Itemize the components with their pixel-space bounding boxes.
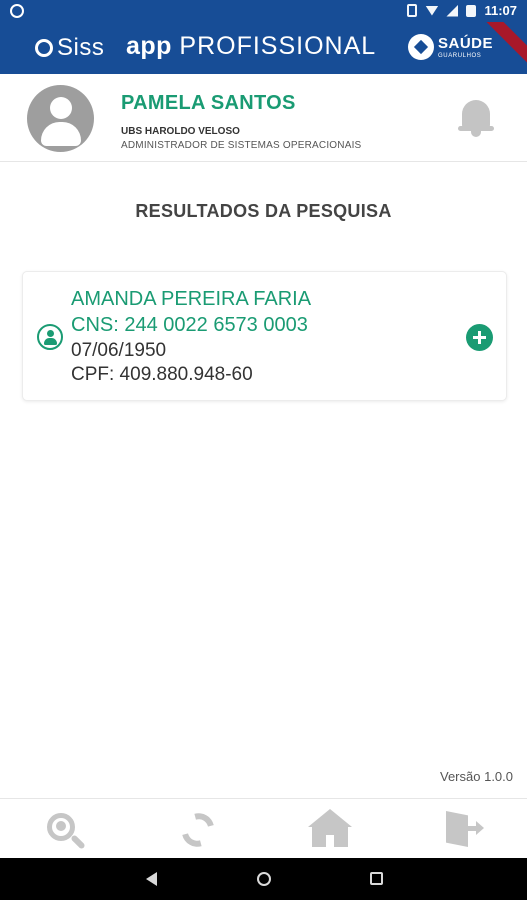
sync-icon[interactable] (168, 807, 228, 855)
app-version: Versão 1.0.0 (440, 769, 513, 784)
avatar[interactable] (27, 85, 94, 152)
partner-city: GUARULHOS (438, 52, 482, 59)
patient-icon (37, 324, 63, 350)
app-title-prefix: app (126, 32, 172, 60)
sync-status-icon (10, 4, 24, 18)
recent-apps-icon[interactable] (370, 872, 383, 885)
user-role: ADMINISTRADOR DE SISTEMAS OPERACIONAIS (121, 140, 362, 151)
brand-name: Siss (57, 34, 105, 61)
patient-cpf: CPF: 409.880.948-60 (71, 364, 253, 385)
app-title: app PROFISSIONAL (126, 32, 376, 61)
signal-icon (446, 4, 459, 17)
system-home-icon[interactable] (257, 872, 271, 886)
notification-bell-icon[interactable] (458, 96, 494, 140)
app-header: Siss app PROFISSIONAL SAÚDE GUARULHOS (0, 22, 527, 74)
back-icon[interactable] (146, 872, 157, 886)
status-icons: 11:07 (407, 3, 517, 18)
patient-result-card[interactable]: AMANDA PEREIRA FARIA CNS: 244 0022 6573 … (22, 271, 507, 401)
patient-birth-date: 07/06/1950 (71, 340, 167, 361)
add-patient-button[interactable] (466, 324, 493, 351)
siss-logo: Siss (35, 34, 104, 62)
page-title: RESULTADOS DA PESQUISA (135, 201, 392, 221)
partner-name: SAÚDE (438, 34, 494, 52)
vibrate-icon (407, 4, 418, 17)
app-title-suffix: PROFISSIONAL (179, 32, 377, 60)
user-unit: UBS HAROLDO VELOSO (121, 126, 240, 137)
bottom-navigation (0, 798, 527, 858)
saude-guarulhos-logo: SAÚDE GUARULHOS (408, 34, 493, 60)
status-time: 11:07 (484, 3, 517, 18)
search-patient-icon[interactable] (36, 807, 96, 855)
patient-name: AMANDA PEREIRA FARIA (71, 288, 312, 310)
user-profile: PAMELA SANTOS UBS HAROLDO VELOSO ADMINIS… (0, 74, 527, 162)
soccer-ball-icon (408, 34, 434, 60)
battery-icon (466, 4, 477, 17)
patient-cns: CNS: 244 0022 6573 0003 (71, 314, 308, 336)
logout-icon[interactable] (432, 807, 492, 855)
wifi-icon (425, 5, 439, 16)
status-bar: 11:07 (0, 0, 527, 22)
user-name: PAMELA SANTOS (121, 92, 296, 114)
siss-logo-icon (35, 39, 53, 57)
home-icon[interactable] (300, 807, 360, 855)
system-navigation-bar (0, 858, 527, 900)
